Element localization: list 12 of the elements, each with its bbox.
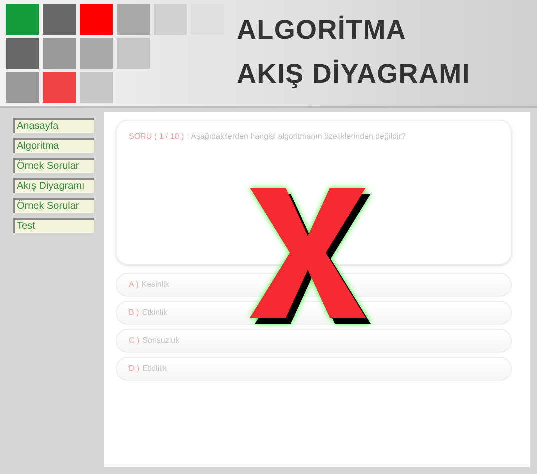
nav-link[interactable]: Algoritma	[13, 138, 94, 153]
nav-link[interactable]: Test	[13, 218, 94, 233]
nav-link[interactable]: Anasayfa	[13, 118, 94, 133]
site-title: ALGORİTMA	[237, 14, 408, 46]
site-title: AKIŞ DİYAGRAMI	[237, 58, 470, 90]
answer-option[interactable]: C ) Sonsuzluk	[116, 329, 512, 353]
question-number: SORU ( 1 / 10 )	[129, 131, 184, 143]
answer-option[interactable]: D ) Etkililik	[116, 357, 512, 381]
nav-link[interactable]: Akış Diyagramı	[13, 178, 94, 193]
nav-link[interactable]: Örnek Sorular	[13, 158, 94, 173]
nav-link[interactable]: Örnek Sorular	[13, 198, 94, 213]
question-text: : Aşağıdakilerden hangisi algoritmanın özeliklerinden değildir?	[187, 131, 406, 143]
